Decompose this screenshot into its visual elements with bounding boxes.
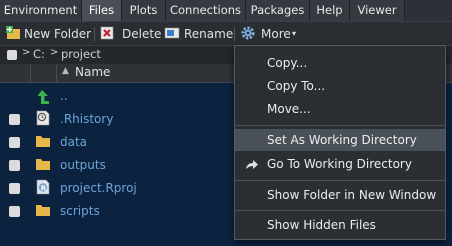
- menu-item-label: Copy...: [267, 56, 308, 70]
- chevron-right-icon: >: [50, 47, 59, 58]
- menu-separator: [235, 125, 445, 126]
- tab-help[interactable]: Help: [310, 0, 350, 21]
- menu-separator: [235, 180, 445, 181]
- row-checkbox[interactable]: [9, 114, 20, 125]
- file-name[interactable]: scripts: [60, 204, 100, 218]
- folder-icon: [36, 159, 50, 170]
- delete-button[interactable]: Delete: [100, 22, 161, 46]
- rproj-icon: R: [36, 179, 50, 195]
- menu-item-copy-to[interactable]: Copy To...: [235, 75, 445, 97]
- tab-viewer[interactable]: Viewer: [350, 0, 405, 21]
- new-folder-icon: [6, 26, 20, 39]
- tab-packages[interactable]: Packages: [246, 0, 310, 21]
- menu-item-move[interactable]: Move...: [235, 98, 445, 120]
- toolbar-divider: [234, 27, 235, 41]
- tab-environment[interactable]: Environment: [0, 0, 82, 21]
- menu-item-label: Copy To...: [267, 79, 326, 93]
- menu-separator: [235, 210, 445, 211]
- row-checkbox[interactable]: [9, 160, 20, 171]
- chevron-down-icon: ▾: [292, 29, 297, 38]
- files-toolbar: New Folder Delete Rename More ▾: [0, 21, 452, 46]
- header-select-column: [0, 64, 31, 82]
- history-file-icon: [36, 110, 50, 126]
- menu-item-go-to-working-directory[interactable]: Go To Working Directory: [235, 153, 445, 175]
- header-icon-column: [30, 64, 57, 82]
- gear-icon: [241, 26, 255, 40]
- menu-item-show-hidden-files[interactable]: Show Hidden Files: [235, 214, 445, 236]
- file-name[interactable]: outputs: [60, 158, 106, 172]
- breadcrumb-drive[interactable]: C:: [33, 47, 45, 61]
- menu-item-label: Go To Working Directory: [267, 157, 412, 171]
- new-folder-button[interactable]: New Folder: [6, 22, 92, 46]
- more-dropdown-menu: Copy... Copy To... Move... Set As Workin…: [234, 45, 446, 240]
- row-checkbox[interactable]: [9, 137, 20, 148]
- more-label: More: [261, 27, 291, 41]
- file-name[interactable]: project.Rproj: [60, 181, 137, 195]
- folder-icon: [36, 205, 50, 216]
- name-column-label: Name: [75, 65, 111, 79]
- toolbar-divider: [94, 27, 95, 41]
- up-arrow-icon: [37, 90, 49, 104]
- chevron-right-icon: >: [22, 47, 31, 58]
- rename-label: Rename: [184, 27, 234, 41]
- pane-tabbar: Environment Files Plots Connections Pack…: [0, 0, 452, 21]
- folder-icon: [36, 136, 50, 147]
- forward-arrow-icon: [246, 160, 258, 169]
- rename-button[interactable]: Rename: [164, 22, 233, 46]
- menu-item-copy[interactable]: Copy...: [235, 52, 445, 74]
- row-checkbox[interactable]: [9, 183, 20, 194]
- row-checkbox[interactable]: [9, 206, 20, 217]
- menu-item-show-folder-new-window[interactable]: Show Folder in New Window: [235, 184, 445, 206]
- svg-text:R: R: [41, 185, 47, 193]
- header-name-column[interactable]: ▲ Name: [56, 64, 236, 82]
- menu-item-label: Move...: [267, 102, 311, 116]
- new-folder-label: New Folder: [24, 27, 92, 41]
- sort-ascending-icon: ▲: [62, 66, 69, 76]
- file-name[interactable]: .Rhistory: [60, 112, 113, 126]
- menu-item-label: Set As Working Directory: [267, 133, 417, 147]
- tab-plots[interactable]: Plots: [122, 0, 166, 21]
- tab-connections[interactable]: Connections: [166, 0, 246, 21]
- more-button[interactable]: More ▾: [241, 22, 301, 46]
- tab-files[interactable]: Files: [82, 0, 122, 21]
- delete-icon: [100, 26, 114, 40]
- menu-item-label: Show Folder in New Window: [267, 188, 437, 202]
- breadcrumb-folder[interactable]: project: [61, 47, 101, 61]
- delete-label: Delete: [122, 27, 162, 41]
- file-name[interactable]: ..: [60, 89, 68, 103]
- file-name[interactable]: data: [60, 135, 87, 149]
- menu-item-set-working-directory[interactable]: Set As Working Directory: [235, 129, 445, 151]
- rename-icon: [164, 27, 180, 39]
- menu-item-label: Show Hidden Files: [267, 218, 376, 232]
- path-home-checkbox[interactable]: [7, 50, 17, 60]
